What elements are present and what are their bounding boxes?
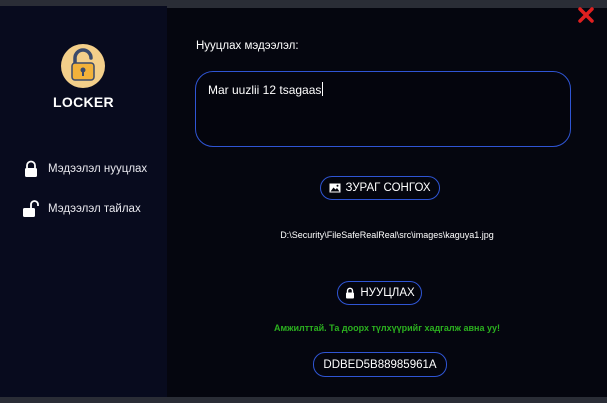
message-field-label: Нууцлах мэдээлэл: <box>196 40 299 52</box>
file-path: D:\Security\FileSafeRealReal\src\images\… <box>280 230 494 240</box>
message-input-value: Mar uuzlii 12 tsagaas <box>208 83 322 97</box>
main-panel <box>167 0 607 403</box>
key-value: DDBED5B88985961A <box>323 358 437 371</box>
image-icon <box>329 182 341 194</box>
lock-open-icon <box>22 200 40 218</box>
lock-icon <box>344 287 356 299</box>
padlock-logo-icon <box>61 44 105 88</box>
close-icon <box>578 7 594 23</box>
key-display[interactable]: DDBED5B88985961A <box>313 352 447 377</box>
sidebar: LOCKER Мэдээлэл нууцлах Мэдээлэл тайлах <box>0 6 167 397</box>
choose-image-label: ЗУРАГ СОНГОХ <box>345 182 431 194</box>
encrypt-label: НУУЦЛАХ <box>360 287 415 299</box>
encrypt-button[interactable]: НУУЦЛАХ <box>337 281 422 305</box>
status-message: Амжилттай. Та доорх түлхүүрийг хадгалж а… <box>273 323 501 333</box>
sidebar-item-label: Мэдээлэл тайлах <box>48 203 141 215</box>
lock-closed-icon <box>22 160 40 178</box>
sidebar-item-label: Мэдээлэл нууцлах <box>48 163 148 175</box>
sidebar-item-decrypt[interactable]: Мэдээлэл тайлах <box>22 198 141 220</box>
app-title: LOCKER <box>53 94 114 110</box>
choose-image-button[interactable]: ЗУРАГ СОНГОХ <box>320 176 440 200</box>
text-caret <box>322 82 324 96</box>
sidebar-item-encrypt[interactable]: Мэдээлэл нууцлах <box>22 158 147 180</box>
close-button[interactable] <box>577 6 595 24</box>
message-input[interactable]: Mar uuzlii 12 tsagaas <box>195 71 571 147</box>
